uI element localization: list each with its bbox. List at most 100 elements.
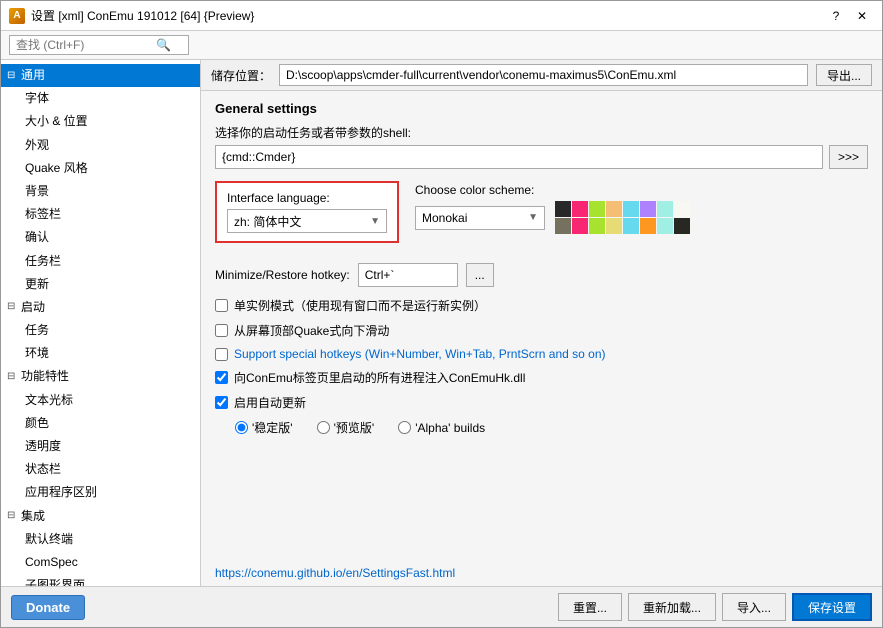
radio-stable: '稳定版' — [235, 419, 293, 436]
sidebar-item-comspec[interactable]: ComSpec — [1, 551, 200, 574]
color-scheme-label: Choose color scheme: — [415, 183, 690, 197]
radio-alpha: 'Alpha' builds — [398, 421, 485, 435]
sidebar-item-label: 子图形界面 — [25, 576, 85, 586]
checkbox-row-3: Support special hotkeys (Win+Number, Win… — [215, 347, 868, 361]
checkbox-row-2: 从屏幕顶部Quake式向下滑动 — [215, 322, 868, 339]
radio-alpha-input[interactable] — [398, 421, 411, 434]
lang-select[interactable]: zh: 简体中文 ▼ — [227, 209, 387, 233]
title-bar: A 设置 [xml] ConEmu 191012 [64] {Preview} … — [1, 1, 882, 31]
sidebar-item-background[interactable]: 背景 — [1, 180, 200, 203]
import-button[interactable]: 导入... — [722, 593, 786, 621]
sidebar-item-colors[interactable]: 颜色 — [1, 412, 200, 435]
shell-more-button[interactable]: >>> — [829, 145, 868, 169]
color-cell — [640, 201, 656, 217]
chevron-down-icon: ▼ — [528, 212, 538, 223]
language-group: Interface language: zh: 简体中文 ▼ — [227, 191, 387, 233]
save-button[interactable]: 保存设置 — [792, 593, 872, 621]
hotkey-more-button[interactable]: ... — [466, 263, 494, 287]
search-icon: 🔍 — [156, 38, 171, 52]
sidebar-item-app-distinct[interactable]: 应用程序区别 — [1, 481, 200, 504]
update-channel-row: '稳定版' '预览版' 'Alpha' builds — [215, 419, 868, 436]
sidebar-item-label: 背景 — [25, 182, 49, 201]
color-scheme-value: Monokai — [422, 211, 467, 225]
color-cell — [606, 201, 622, 217]
sidebar-item-label: 标签栏 — [25, 205, 61, 224]
main-content: ⊟ 通用 字体 大小 & 位置 外观 Quake 风格 背景 标签栏 确认 任务… — [1, 60, 882, 586]
sidebar-item-label: 透明度 — [25, 437, 61, 456]
sidebar-item-startup[interactable]: ⊟ 启动 — [1, 296, 200, 319]
sidebar-item-font[interactable]: 字体 — [1, 87, 200, 110]
single-instance-checkbox[interactable] — [215, 299, 228, 312]
color-scheme-select[interactable]: Monokai ▼ — [415, 206, 545, 230]
radio-preview-input[interactable] — [317, 421, 330, 434]
search-box: 🔍 — [9, 35, 189, 55]
sidebar-item-text-cursor[interactable]: 文本光标 — [1, 389, 200, 412]
export-button[interactable]: 导出... — [816, 64, 872, 86]
sidebar-item-general[interactable]: ⊟ 通用 — [1, 64, 200, 87]
storage-bar: 储存位置： 导出... — [201, 60, 882, 91]
radio-stable-input[interactable] — [235, 421, 248, 434]
sidebar-item-appearance[interactable]: 外观 — [1, 134, 200, 157]
radio-preview: '预览版' — [317, 419, 375, 436]
main-window: A 设置 [xml] ConEmu 191012 [64] {Preview} … — [0, 0, 883, 628]
right-panel: 储存位置： 导出... General settings 选择你的启动任务或者带… — [201, 60, 882, 586]
sidebar-item-tasks[interactable]: 任务 — [1, 319, 200, 342]
checkbox-2-label: 从屏幕顶部Quake式向下滑动 — [234, 322, 389, 339]
hotkey-input[interactable] — [358, 263, 458, 287]
shell-input[interactable] — [215, 145, 823, 169]
color-cell — [606, 218, 622, 234]
color-cell — [555, 201, 571, 217]
sidebar-item-label: 通用 — [21, 66, 45, 85]
sidebar-item-label: 外观 — [25, 136, 49, 155]
color-scheme-row: Monokai ▼ — [415, 201, 690, 234]
auto-update-checkbox[interactable] — [215, 396, 228, 409]
storage-path-input[interactable] — [279, 64, 808, 86]
sidebar-item-label: 确认 — [25, 228, 49, 247]
sidebar-item-statusbar[interactable]: 状态栏 — [1, 458, 200, 481]
color-cell — [555, 218, 571, 234]
sidebar-item-environment[interactable]: 环境 — [1, 342, 200, 365]
sidebar-item-taskbar[interactable]: 任务栏 — [1, 250, 200, 273]
expand-icon: ⊟ — [7, 299, 17, 315]
expand-icon: ⊟ — [7, 508, 17, 524]
sidebar-item-quake[interactable]: Quake 风格 — [1, 157, 200, 180]
window-title: 设置 [xml] ConEmu 191012 [64] {Preview} — [31, 7, 824, 24]
sidebar-item-label: 应用程序区别 — [25, 483, 97, 502]
checkbox-3-label: Support special hotkeys (Win+Number, Win… — [234, 347, 606, 361]
sidebar-item-label: 环境 — [25, 344, 49, 363]
expand-icon: ⊟ — [7, 369, 17, 385]
reload-button[interactable]: 重新加载... — [628, 593, 716, 621]
sidebar-item-label: 功能特性 — [21, 367, 69, 386]
sidebar-item-transparency[interactable]: 透明度 — [1, 435, 200, 458]
sidebar-item-tabs[interactable]: 标签栏 — [1, 203, 200, 226]
donate-button[interactable]: Donate — [11, 595, 85, 620]
sidebar-item-label: 颜色 — [25, 414, 49, 433]
sidebar-item-size-pos[interactable]: 大小 & 位置 — [1, 110, 200, 133]
expand-icon: ⊟ — [7, 68, 17, 84]
color-cell — [589, 201, 605, 217]
close-button[interactable]: ✕ — [850, 5, 874, 27]
radio-alpha-label: 'Alpha' builds — [415, 421, 485, 435]
sidebar-item-confirm[interactable]: 确认 — [1, 226, 200, 249]
reset-button[interactable]: 重置... — [558, 593, 622, 621]
help-button[interactable]: ? — [824, 5, 848, 27]
special-hotkeys-checkbox[interactable] — [215, 348, 228, 361]
language-colorscheme-box: Interface language: zh: 简体中文 ▼ — [215, 181, 399, 243]
inject-dll-checkbox[interactable] — [215, 371, 228, 384]
radio-preview-label: '预览版' — [334, 419, 375, 436]
sidebar-item-label: 任务栏 — [25, 252, 61, 271]
checkbox-4-label: 向ConEmu标签页里启动的所有进程注入ConEmuHk.dll — [234, 369, 525, 386]
sidebar-item-features[interactable]: ⊟ 功能特性 — [1, 365, 200, 388]
sidebar-item-integration[interactable]: ⊟ 集成 — [1, 505, 200, 528]
quake-scroll-checkbox[interactable] — [215, 324, 228, 337]
sidebar-item-subfont[interactable]: 子图形界面 — [1, 574, 200, 586]
sidebar-item-update[interactable]: 更新 — [1, 273, 200, 296]
sidebar-item-default-term[interactable]: 默认终端 — [1, 528, 200, 551]
checkbox-5-label: 启用自动更新 — [234, 394, 306, 411]
sidebar-item-label: Quake 风格 — [25, 159, 88, 178]
settings-fast-link[interactable]: https://conemu.github.io/en/SettingsFast… — [201, 560, 882, 586]
section-title: General settings — [215, 101, 868, 116]
search-input[interactable] — [16, 38, 156, 52]
checkbox-row-4: 向ConEmu标签页里启动的所有进程注入ConEmuHk.dll — [215, 369, 868, 386]
toolbar: 🔍 — [1, 31, 882, 60]
